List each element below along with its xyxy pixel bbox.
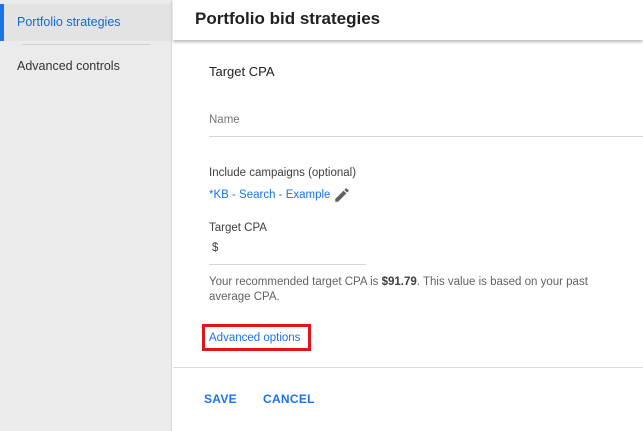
campaign-link[interactable]: *KB - Search - Example bbox=[209, 189, 330, 201]
recommended-cpa-value: $91.79 bbox=[381, 276, 417, 288]
cancel-button[interactable]: CANCEL bbox=[263, 392, 315, 406]
sidebar-item-label: Advanced controls bbox=[17, 59, 120, 73]
sidebar-item-portfolio-strategies[interactable]: Portfolio strategies bbox=[0, 4, 172, 41]
page-header: Portfolio bid strategies bbox=[173, 0, 643, 40]
sidebar: Portfolio strategies Advanced controls bbox=[0, 0, 172, 431]
page: Portfolio strategies Advanced controls P… bbox=[0, 0, 643, 431]
recommend-prefix: Your recommended target CPA is bbox=[209, 276, 382, 288]
page-title: Portfolio bid strategies bbox=[195, 9, 381, 28]
advanced-options-link[interactable]: Advanced options bbox=[209, 332, 300, 344]
name-input[interactable] bbox=[209, 104, 643, 137]
sidebar-item-advanced-controls[interactable]: Advanced controls bbox=[0, 52, 172, 80]
currency-symbol: $ bbox=[212, 242, 219, 254]
include-campaigns-label: Include campaigns (optional) bbox=[209, 167, 357, 179]
sidebar-divider bbox=[22, 44, 150, 45]
target-cpa-label: Target CPA bbox=[209, 222, 267, 234]
section-title: Target CPA bbox=[209, 64, 275, 79]
target-cpa-field: $ bbox=[209, 240, 366, 265]
footer-divider bbox=[173, 367, 643, 368]
active-indicator bbox=[0, 4, 4, 41]
recommendation-text: Your recommended target CPA is $91.79. T… bbox=[209, 275, 589, 305]
main-panel: Target CPA Include campaigns (optional) … bbox=[173, 40, 643, 431]
sidebar-item-label: Portfolio strategies bbox=[17, 15, 121, 29]
pencil-icon[interactable] bbox=[333, 186, 351, 204]
target-cpa-input[interactable] bbox=[225, 240, 363, 262]
save-button[interactable]: SAVE bbox=[204, 392, 237, 406]
